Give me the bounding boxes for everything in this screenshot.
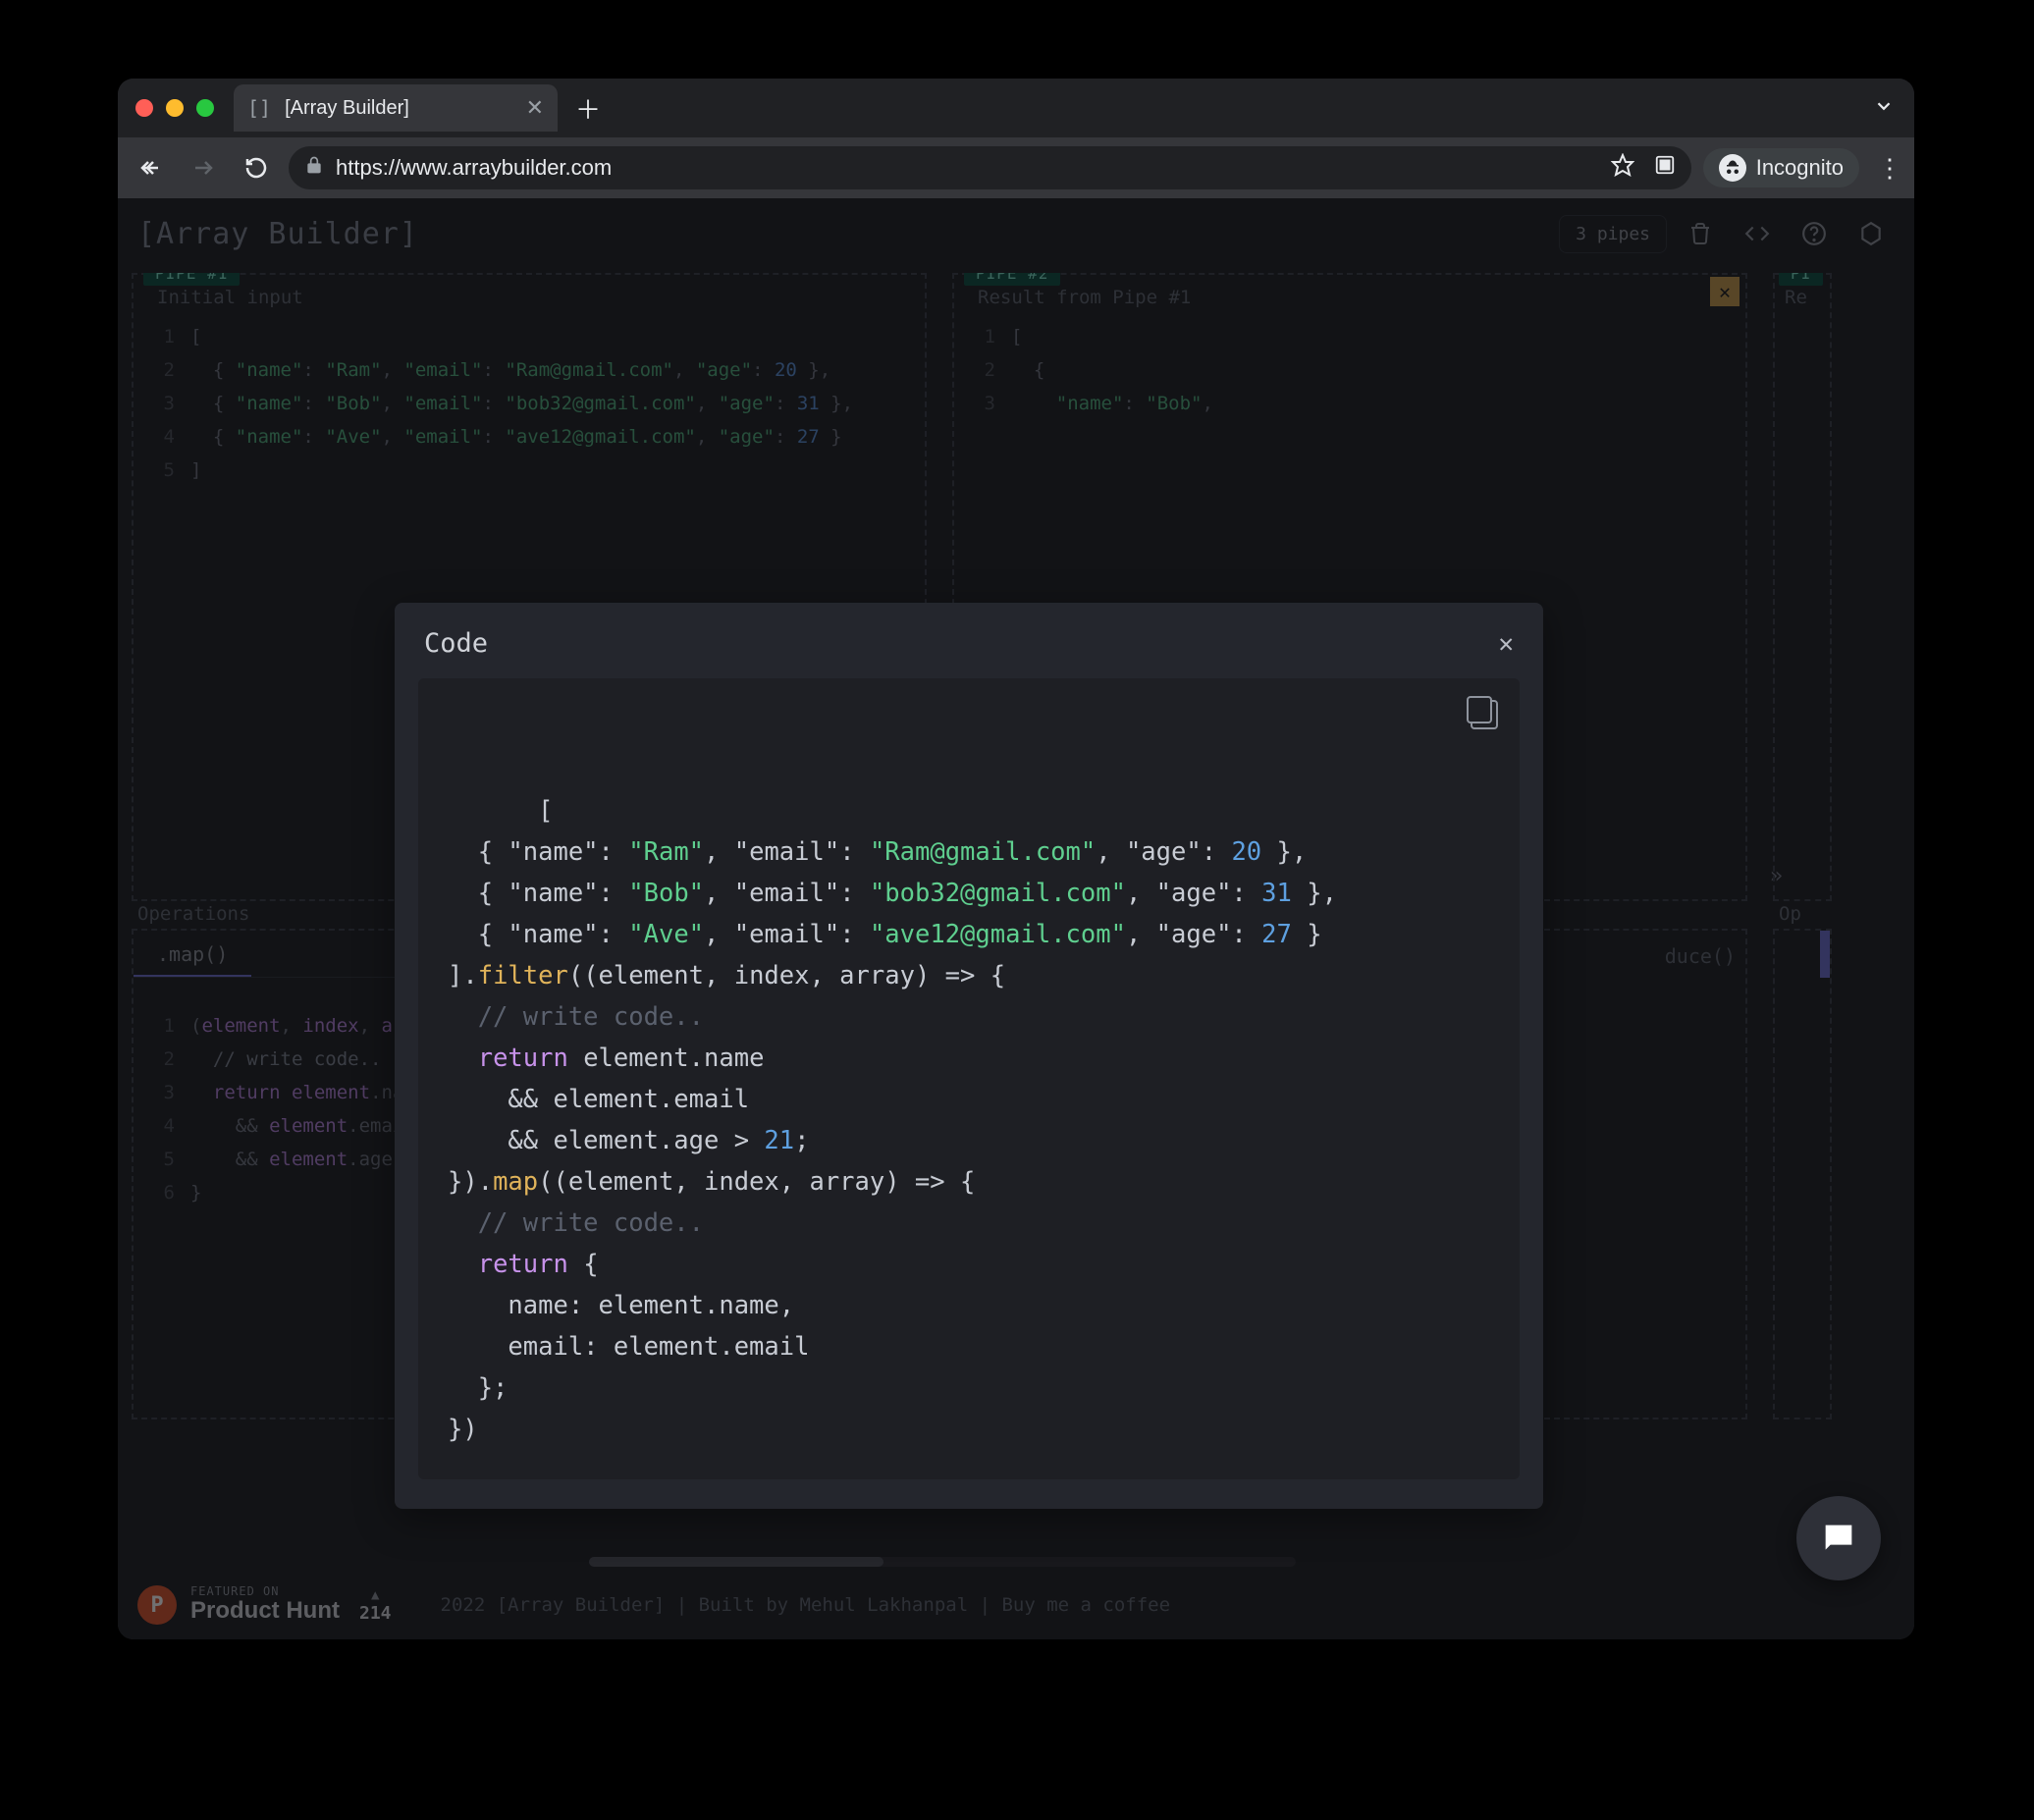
browser-tab[interactable]: [] [Array Builder] ✕ bbox=[234, 84, 558, 132]
tab-reduce-partial[interactable]: duce() bbox=[1665, 944, 1736, 968]
window-controls bbox=[135, 99, 214, 117]
product-hunt-badge[interactable]: P FEATURED ON Product Hunt ▲ 214 bbox=[137, 1585, 392, 1625]
pipe-3-label: Re bbox=[1785, 287, 1807, 308]
tabs-overflow-icon[interactable] bbox=[1873, 95, 1895, 122]
operations-label: Operations bbox=[137, 903, 249, 925]
browser-window: [] [Array Builder] ✕ ＋ https://www.array… bbox=[118, 79, 1914, 1639]
trash-icon[interactable] bbox=[1677, 210, 1724, 257]
bookmark-icon[interactable] bbox=[1611, 153, 1634, 183]
modal-close-icon[interactable]: ✕ bbox=[1498, 629, 1514, 659]
code-modal: Code ✕ [ { "name": "Ram", "email": "Ram@… bbox=[395, 603, 1543, 1509]
close-window-icon[interactable] bbox=[135, 99, 153, 117]
app-content: [Array Builder] 3 pipes bbox=[118, 198, 1914, 1639]
modal-title: Code bbox=[424, 628, 488, 659]
settings-icon[interactable] bbox=[1847, 210, 1895, 257]
app-title: [Array Builder] bbox=[137, 217, 418, 251]
pipe-3-ops-panel[interactable]: Op bbox=[1773, 929, 1832, 1419]
modal-header: Code ✕ bbox=[395, 603, 1543, 678]
fullscreen-window-icon[interactable] bbox=[196, 99, 214, 117]
copy-icon[interactable] bbox=[1471, 700, 1498, 729]
tab-map[interactable]: .map() bbox=[134, 931, 251, 977]
forward-button[interactable] bbox=[183, 147, 224, 188]
incognito-label: Incognito bbox=[1756, 155, 1844, 181]
pipes-count-badge: 3 pipes bbox=[1559, 215, 1667, 253]
tab-close-icon[interactable]: ✕ bbox=[526, 95, 544, 121]
chat-button[interactable] bbox=[1796, 1496, 1881, 1580]
upvote-icon: ▲ bbox=[371, 1587, 379, 1603]
pipe-3-tag: PI bbox=[1779, 273, 1823, 286]
tab-title: [Array Builder] bbox=[285, 97, 409, 120]
code-icon[interactable] bbox=[1734, 210, 1781, 257]
new-tab-button[interactable]: ＋ bbox=[575, 90, 601, 127]
pipe-3-panel[interactable]: PI Re bbox=[1773, 273, 1832, 901]
reload-button[interactable] bbox=[236, 147, 277, 188]
pipe-2-label: Result from Pipe #1 bbox=[978, 287, 1191, 308]
incognito-icon bbox=[1719, 154, 1746, 182]
pipe-3-ops-label: Op bbox=[1779, 903, 1801, 925]
ops-gutter: 123456 bbox=[134, 1009, 185, 1408]
pipe-1-tag: PIPE #1 bbox=[143, 273, 240, 286]
pipe-3-column: PI Re Op bbox=[1773, 273, 1832, 1561]
address-bar[interactable]: https://www.arraybuilder.com bbox=[289, 146, 1691, 189]
pipe-2-close-icon[interactable]: ✕ bbox=[1710, 277, 1740, 306]
pipe-2-tag: PIPE #2 bbox=[964, 273, 1060, 286]
ph-count: 214 bbox=[359, 1603, 392, 1624]
ph-name: Product Hunt bbox=[190, 1598, 340, 1624]
reader-icon[interactable] bbox=[1654, 154, 1676, 182]
product-hunt-icon: P bbox=[137, 1585, 177, 1625]
lock-icon bbox=[304, 155, 324, 181]
incognito-badge[interactable]: Incognito bbox=[1703, 148, 1859, 187]
pipe-1-label: Initial input bbox=[157, 287, 303, 308]
help-icon[interactable] bbox=[1791, 210, 1838, 257]
minimize-window-icon[interactable] bbox=[166, 99, 184, 117]
app-header: [Array Builder] 3 pipes bbox=[118, 198, 1914, 269]
pipe-1-gutter: 12345 bbox=[134, 320, 185, 889]
browser-toolbar: https://www.arraybuilder.com Incognito ⋮ bbox=[118, 137, 1914, 198]
back-button[interactable] bbox=[130, 147, 171, 188]
active-indicator bbox=[1820, 931, 1830, 978]
tab-favicon: [] bbox=[247, 96, 271, 120]
modal-code-block[interactable]: [ { "name": "Ram", "email": "Ram@gmail.c… bbox=[418, 678, 1520, 1479]
browser-tab-bar: [] [Array Builder] ✕ ＋ bbox=[118, 79, 1914, 137]
url-text: https://www.arraybuilder.com bbox=[336, 155, 612, 181]
footer-text: 2022 [Array Builder] | Built by Mehul La… bbox=[441, 1594, 1171, 1616]
app-footer: P FEATURED ON Product Hunt ▲ 214 2022 [A… bbox=[118, 1571, 1914, 1639]
browser-menu-button[interactable]: ⋮ bbox=[1877, 153, 1902, 184]
